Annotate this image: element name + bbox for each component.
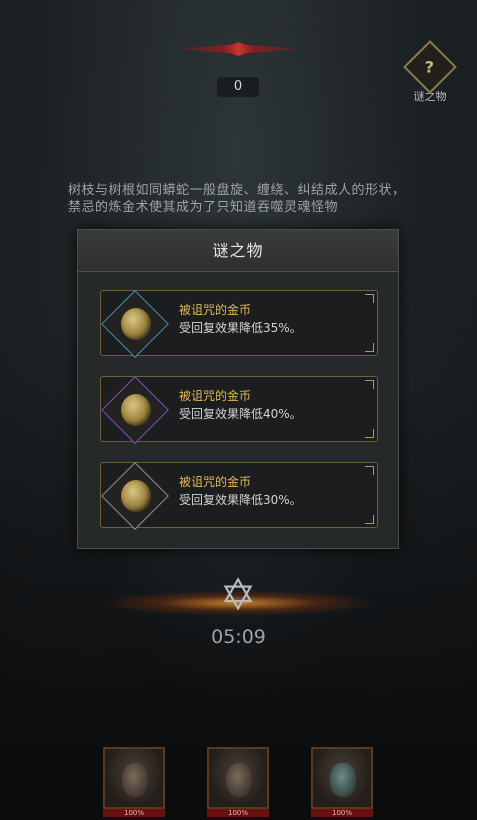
hero-hp-bar: 100%	[103, 809, 165, 817]
cursed-coin-icon	[121, 308, 151, 340]
hero-slot-3[interactable]: 100%	[311, 747, 373, 817]
modal-title: 谜之物	[78, 230, 398, 272]
cursed-coin-icon	[121, 480, 151, 512]
score-counter: 0	[217, 77, 259, 97]
item-card[interactable]: 被诅咒的金币 受回复效果降低30%。	[100, 462, 378, 530]
item-card[interactable]: 被诅咒的金币 受回复效果降低35%。	[100, 290, 378, 358]
cursed-coin-icon	[121, 394, 151, 426]
hero-slot-2[interactable]: 100%	[207, 747, 269, 817]
item-card[interactable]: 被诅咒的金币 受回复效果降低40%。	[100, 376, 378, 444]
item-name: 被诅咒的金币	[179, 389, 252, 403]
portal-star-icon[interactable]: ✡	[213, 571, 263, 621]
mystery-items-modal: 谜之物 被诅咒的金币 受回复效果降低35%。 被诅咒的金币 受回复效果降低40%…	[77, 229, 399, 549]
hero-slot-1[interactable]: 100%	[103, 747, 165, 817]
hero-portrait	[207, 747, 269, 809]
hero-portrait	[311, 747, 373, 809]
hero-portrait	[103, 747, 165, 809]
item-name: 被诅咒的金币	[179, 303, 252, 317]
hero-hp-bar: 100%	[311, 809, 373, 817]
item-description: 受回复效果降低35%。	[179, 321, 302, 335]
mystery-emblem-icon: ?	[403, 40, 457, 94]
item-description: 受回复效果降低40%。	[179, 407, 302, 421]
item-description: 受回复效果降低30%。	[179, 493, 302, 507]
item-name: 被诅咒的金币	[179, 475, 252, 489]
mystery-items-button[interactable]: ? 谜之物	[403, 40, 457, 104]
hero-hp-bar: 100%	[207, 809, 269, 817]
story-text: 树枝与树根如同蟒蛇一般盘旋、缠绕、纠结成人的形状，禁忌的炼金术使其成为了只知道吞…	[68, 183, 406, 215]
countdown-timer: 05:09	[211, 626, 266, 648]
